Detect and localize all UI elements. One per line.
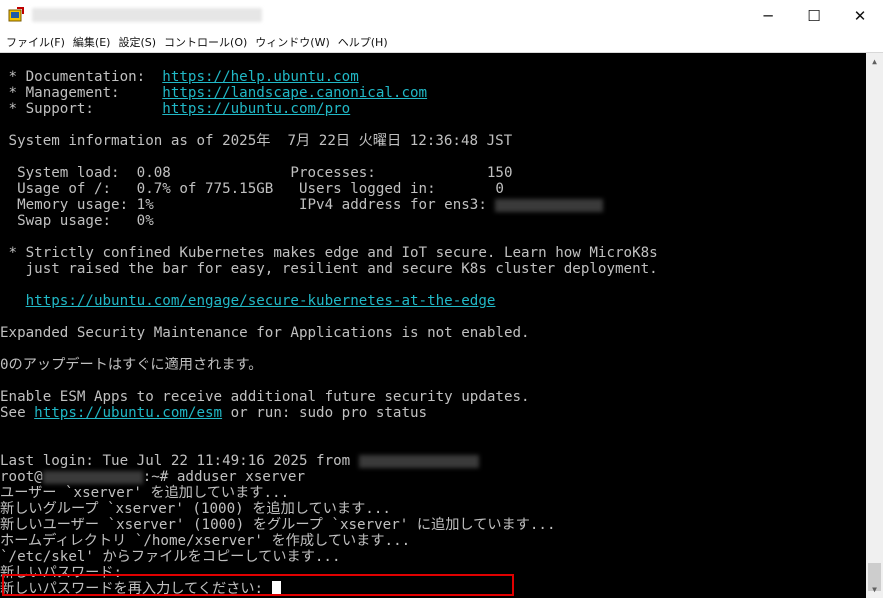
terminal-line: ユーザー `xserver' を追加しています... — [0, 485, 290, 501]
terminal-line: Enable ESM Apps to receive additional fu… — [0, 389, 530, 405]
terminal-line: https://ubuntu.com/engage/secure-kuberne… — [0, 293, 496, 309]
terminal-line: ホームディレクトリ `/home/xserver' を作成しています... — [0, 533, 411, 549]
redacted-ip — [495, 198, 604, 212]
maximize-button[interactable]: ☐ — [791, 0, 837, 32]
terminal-line: 新しいユーザー `xserver' (1000) をグループ `xserver'… — [0, 517, 556, 533]
terminal-line: Expanded Security Maintenance for Applic… — [0, 325, 530, 341]
menu-bar: ファイル(F) 編集(E) 設定(S) コントロール(O) ウィンドウ(W) ヘ… — [0, 32, 883, 53]
window-title-redacted — [32, 8, 262, 22]
redacted-hostname — [42, 470, 143, 484]
terminal-line: Usage of /: 0.7% of 775.15GB Users logge… — [0, 181, 504, 197]
terminal-screen[interactable]: * Documentation: https://help.ubuntu.com… — [0, 53, 866, 598]
menu-file[interactable]: ファイル(F) — [0, 34, 65, 50]
terminal-app-icon — [8, 7, 24, 22]
support-link[interactable]: https://ubuntu.com/pro — [162, 101, 350, 117]
terminal-line: System information as of 2025年 7月 22日 火曜… — [0, 133, 513, 149]
documentation-link[interactable]: https://help.ubuntu.com — [162, 69, 358, 85]
vertical-scrollbar[interactable]: ▲ ▼ — [866, 53, 883, 598]
menu-settings[interactable]: 設定(S) — [112, 34, 156, 50]
esm-link[interactable]: https://ubuntu.com/esm — [34, 405, 222, 421]
terminal-line: 0のアップデートはすぐに適用されます。 — [0, 357, 263, 373]
terminal-line: * Support: https://ubuntu.com/pro — [0, 101, 351, 117]
menu-window[interactable]: ウィンドウ(W) — [249, 34, 329, 50]
menu-edit[interactable]: 編集(E) — [67, 34, 111, 50]
scroll-down-arrow-icon[interactable]: ▼ — [866, 581, 883, 598]
terminal-line: just raised the bar for easy, resilient … — [0, 261, 658, 277]
highlight-box — [2, 574, 514, 596]
terminal-line: * Management: https://landscape.canonica… — [0, 85, 428, 101]
minimize-button[interactable]: ─ — [745, 0, 791, 32]
terminal-line: 新しいグループ `xserver' (1000) を追加しています... — [0, 501, 391, 517]
terminal-line: * Documentation: https://help.ubuntu.com — [0, 69, 359, 85]
menu-control[interactable]: コントロール(O) — [158, 34, 247, 50]
terminal-line: Last login: Tue Jul 22 11:49:16 2025 fro… — [0, 453, 479, 469]
terminal-line: System load: 0.08 Processes: 150 — [0, 165, 513, 181]
terminal-line: Swap usage: 0% — [0, 213, 154, 229]
terminal-line: See https://ubuntu.com/esm or run: sudo … — [0, 405, 428, 421]
close-button[interactable]: ✕ — [837, 0, 883, 32]
redacted-host — [358, 454, 479, 468]
terminal-line: root@:~# adduser xserver — [0, 469, 306, 485]
menu-help[interactable]: ヘルプ(H) — [332, 34, 388, 50]
terminal-line: Memory usage: 1% IPv4 address for ens3: — [0, 197, 604, 213]
management-link[interactable]: https://landscape.canonical.com — [162, 85, 427, 101]
kubernetes-link[interactable]: https://ubuntu.com/engage/secure-kuberne… — [26, 293, 496, 309]
title-bar: ─ ☐ ✕ — [0, 0, 883, 32]
scroll-up-arrow-icon[interactable]: ▲ — [866, 53, 883, 70]
terminal-line: * Strictly confined Kubernetes makes edg… — [0, 245, 658, 261]
terminal-line: `/etc/skel' からファイルをコピーしています... — [0, 549, 341, 565]
